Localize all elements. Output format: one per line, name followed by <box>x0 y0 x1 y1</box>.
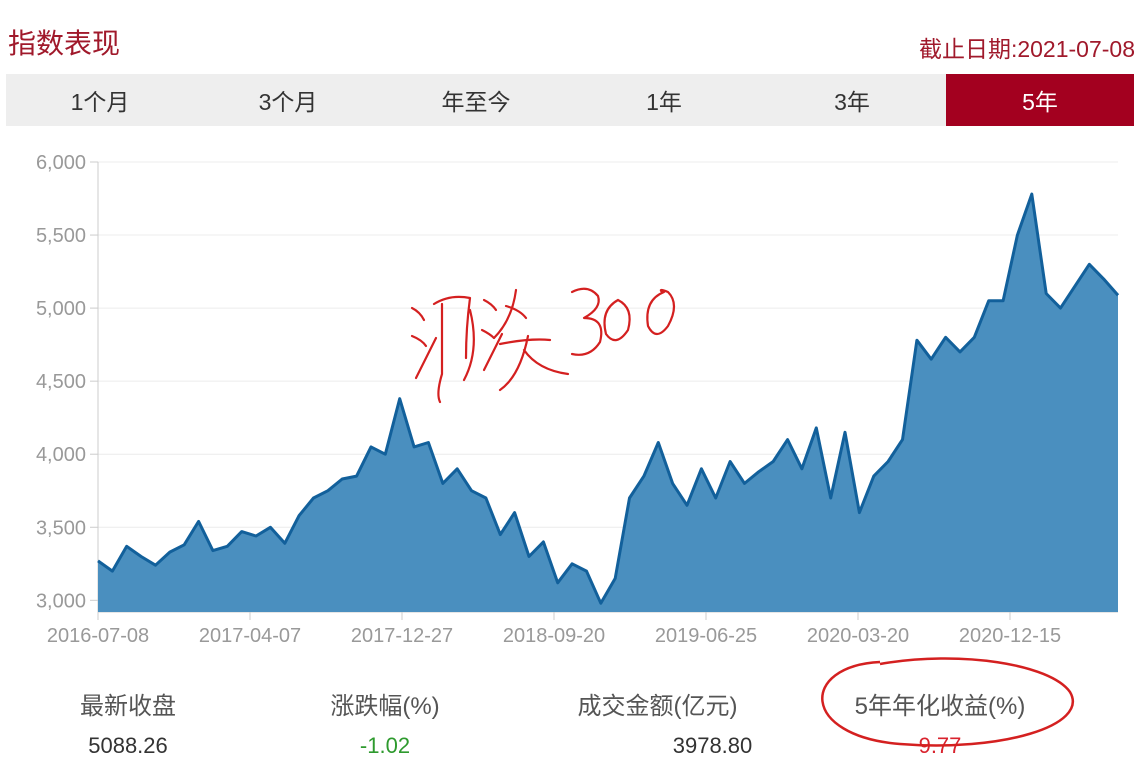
tab-3-months[interactable]: 3个月 <box>194 74 382 126</box>
series-area <box>98 194 1118 612</box>
y-tick-label: 3,500 <box>36 517 86 539</box>
x-tick-label: 2017-12-27 <box>351 625 453 647</box>
page-title: 指数表现 <box>8 28 121 59</box>
x-axis: 2016-07-08 2017-04-07 2017-12-27 2018-09-20… <box>47 611 1118 647</box>
x-tick-label: 2020-12-15 <box>959 625 1061 647</box>
period-tabs: 1个月 3个月 年至今 1年 3年 5年 <box>6 74 1134 126</box>
y-tick-label: 5,000 <box>36 298 86 320</box>
as-of-date: 截止日期:2021-07-08 <box>918 36 1135 62</box>
handwritten-annotation <box>410 287 676 404</box>
tab-ytd[interactable]: 年至今 <box>382 74 570 126</box>
y-tick-label: 6,000 <box>36 152 86 174</box>
index-chart: 3,000 3,500 4,000 4,500 5,000 5,500 6,000 2016… <box>36 152 1120 647</box>
tab-1-year[interactable]: 1年 <box>570 74 758 126</box>
handwritten-circle <box>821 657 1074 747</box>
y-tick-label: 3,000 <box>36 590 86 612</box>
x-tick-label: 2020-03-20 <box>807 625 909 647</box>
y-axis: 3,000 3,500 4,000 4,500 5,000 5,500 6,000 <box>36 152 99 612</box>
x-tick-label: 2016-07-08 <box>47 625 149 647</box>
stats-row: 最新收盘 5088.26 涨跌幅(%) -1.02 成交金额(亿元) 3978.… <box>0 657 1145 776</box>
y-tick-label: 5,500 <box>36 225 86 247</box>
y-tick-label: 4,500 <box>36 371 86 393</box>
tab-1-month[interactable]: 1个月 <box>6 74 194 126</box>
tab-3-years[interactable]: 3年 <box>758 74 946 126</box>
y-tick-label: 4,000 <box>36 444 86 466</box>
x-tick-label: 2018-09-20 <box>503 625 605 647</box>
x-tick-label: 2017-04-07 <box>199 625 301 647</box>
tab-5-years[interactable]: 5年 <box>946 74 1134 126</box>
x-tick-label: 2019-06-25 <box>655 625 757 647</box>
